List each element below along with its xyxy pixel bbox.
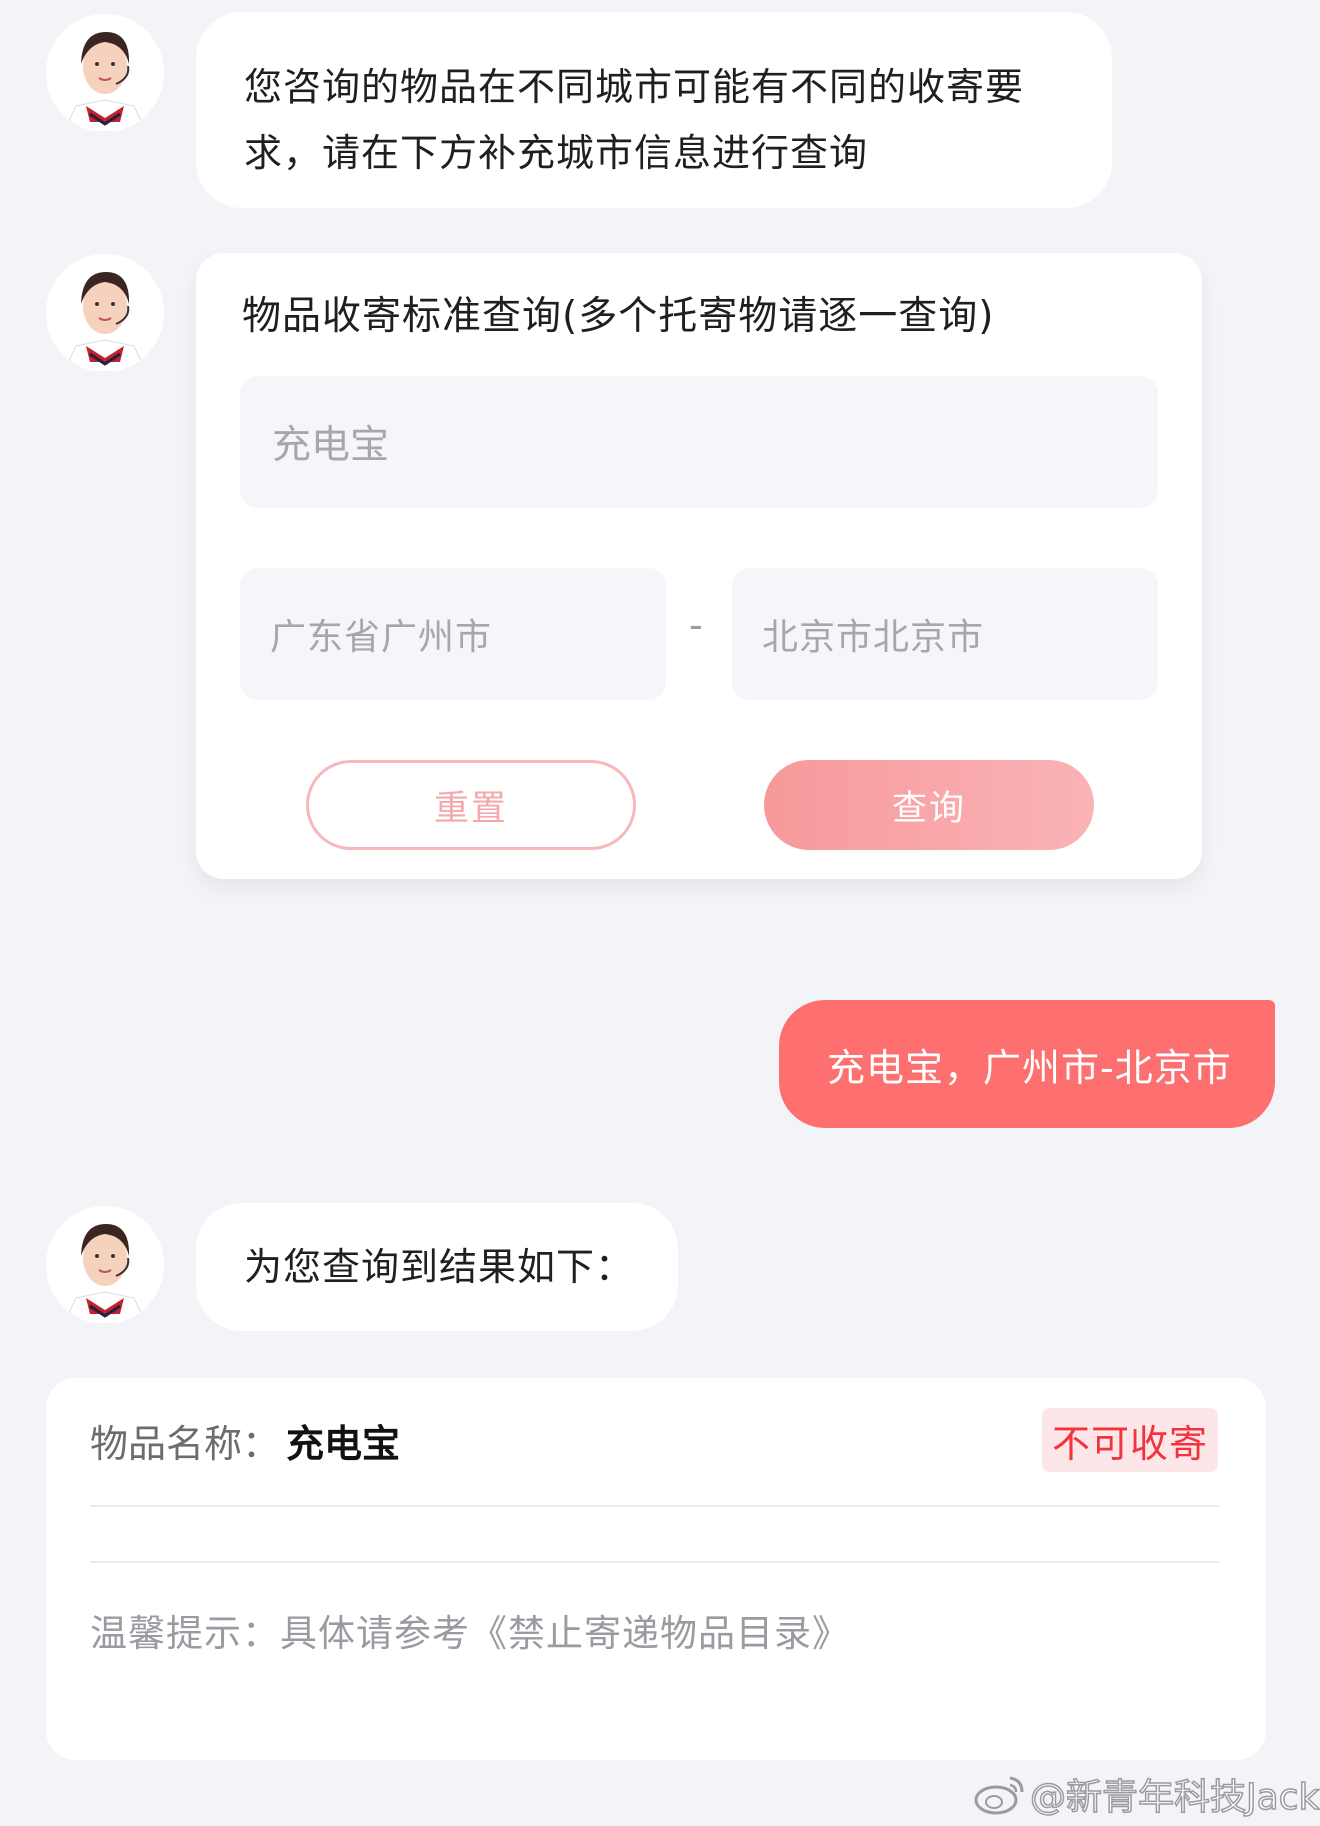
origin-city-select[interactable]: 广东省广州市: [240, 568, 666, 700]
watermark: @新青年科技Jack: [972, 1768, 1320, 1820]
agent-avatar: [46, 14, 164, 132]
reset-button[interactable]: 重置: [306, 760, 636, 850]
status-badge: 不可收寄: [1042, 1408, 1218, 1472]
result-card: 物品名称： 充电宝 不可收寄 温馨提示：具体请参考《禁止寄递物品目录》: [46, 1378, 1266, 1760]
tip-link[interactable]: 温馨提示：具体请参考《禁止寄递物品目录》: [90, 1604, 850, 1664]
item-name-label: 物品名称：: [90, 1422, 281, 1466]
item-name-input[interactable]: 充电宝: [240, 376, 1158, 508]
query-button[interactable]: 查询: [764, 760, 1094, 850]
user-message-bubble: 充电宝，广州市-北京市: [779, 1000, 1275, 1128]
divider: [90, 1505, 1220, 1507]
agent-avatar: [46, 1206, 164, 1324]
item-name-value: 充电宝: [286, 1422, 401, 1466]
query-card: 物品收寄标准查询(多个托寄物请逐一查询) 充电宝 广东省广州市 - 北京市北京市…: [196, 253, 1202, 879]
bot-message-text: 为您查询到结果如下：: [244, 1245, 635, 1289]
bot-message-bubble: 为您查询到结果如下：: [196, 1203, 678, 1331]
watermark-text: @新青年科技Jack: [1029, 1776, 1320, 1819]
bot-message-bubble: 您咨询的物品在不同城市可能有不同的收寄要 求，请在下方补充城市信息进行查询: [196, 12, 1112, 208]
query-card-title: 物品收寄标准查询(多个托寄物请逐一查询): [242, 294, 995, 339]
weibo-logo-icon: [974, 1776, 1024, 1815]
bot-message-line: 求，请在下方补充城市信息进行查询: [244, 131, 869, 175]
destination-city-select[interactable]: 北京市北京市: [732, 568, 1158, 700]
bot-message-line: 您咨询的物品在不同城市可能有不同的收寄要: [244, 65, 1025, 109]
city-separator: -: [689, 603, 703, 647]
divider: [90, 1561, 1220, 1563]
agent-avatar: [46, 254, 164, 372]
